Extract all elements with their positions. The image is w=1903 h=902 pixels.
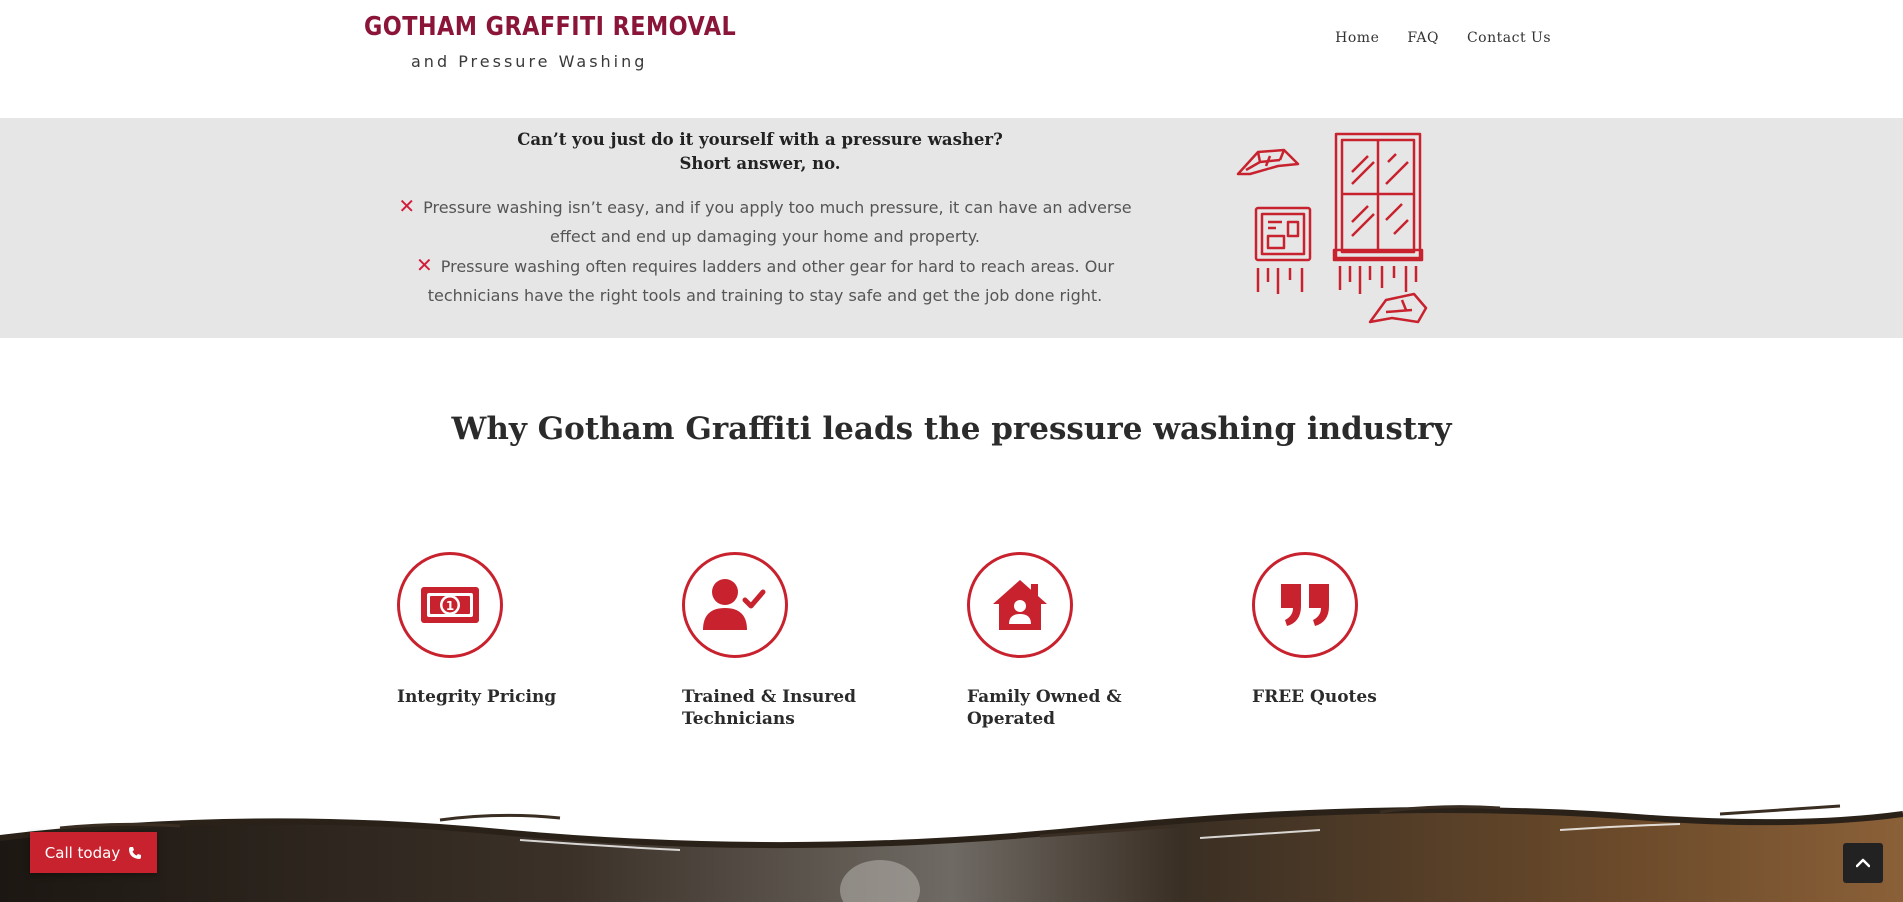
nav-home[interactable]: Home — [1335, 30, 1379, 46]
logo-title: GOTHAM GRAFFITI REMOVAL — [364, 12, 737, 42]
feature-label: Family Owned & Operated — [967, 687, 1122, 729]
diy-section: Can’t you just do it yourself with a pre… — [0, 118, 1903, 338]
feature-label: FREE Quotes — [1252, 687, 1377, 707]
feature-family-owned: Family Owned & Operated — [967, 552, 1207, 730]
feature-trained-technicians: Trained & Insured Technicians — [682, 552, 922, 730]
phone-icon — [129, 846, 142, 859]
main-nav: Home FAQ Contact Us — [1335, 30, 1551, 46]
diy-question: Can’t you just do it yourself with a pre… — [470, 128, 1050, 176]
why-section-title: Why Gotham Graffiti leads the pressure w… — [451, 411, 1452, 447]
x-mark-icon: ✕ — [398, 194, 416, 218]
chevron-up-icon — [1856, 858, 1870, 868]
feature-icon-circle: 1 — [397, 552, 503, 658]
wave-photo-background — [0, 804, 1903, 902]
nav-contact-us[interactable]: Contact Us — [1467, 30, 1551, 46]
site-header: GOTHAM GRAFFITI REMOVAL and Pressure Was… — [0, 0, 1903, 118]
money-bill-icon: 1 — [421, 587, 479, 623]
logo-subtitle: and Pressure Washing — [411, 52, 648, 71]
call-today-label: Call today — [44, 843, 121, 862]
svg-text:1: 1 — [446, 599, 454, 613]
house-user-icon — [993, 580, 1047, 630]
nav-faq[interactable]: FAQ — [1407, 30, 1439, 46]
user-check-icon — [703, 579, 766, 630]
site-logo[interactable]: GOTHAM GRAFFITI REMOVAL and Pressure Was… — [364, 12, 737, 78]
list-item: ✕ Pressure washing isn’t easy, and if you… — [395, 192, 1135, 251]
list-item: ✕ Pressure washing often requires ladders… — [395, 251, 1135, 310]
diy-reasons-list: ✕ Pressure washing isn’t easy, and if you… — [395, 192, 1135, 310]
feature-label: Integrity Pricing — [397, 687, 557, 707]
hero-image-strip — [0, 790, 1903, 902]
answer-text: Short answer, no. — [679, 154, 841, 173]
feature-label: Trained & Insured Technicians — [682, 687, 856, 729]
feature-icon-circle — [682, 552, 788, 658]
question-text: Can’t you just do it yourself with a pre… — [517, 130, 1003, 149]
quote-icon — [1281, 584, 1329, 626]
list-item-text: Pressure washing often requires ladders … — [427, 257, 1115, 305]
scroll-to-top-button[interactable] — [1843, 843, 1883, 883]
feature-integrity-pricing: 1 Integrity Pricing — [397, 552, 637, 708]
feature-icon-circle — [1252, 552, 1358, 658]
x-mark-icon: ✕ — [415, 253, 433, 277]
list-item-text: Pressure washing isn’t easy, and if you … — [423, 198, 1132, 246]
building-window-illustration — [1236, 132, 1428, 324]
feature-icon-circle — [967, 552, 1073, 658]
call-today-button[interactable]: Call today — [30, 832, 157, 873]
feature-free-quotes: FREE Quotes — [1252, 552, 1492, 708]
